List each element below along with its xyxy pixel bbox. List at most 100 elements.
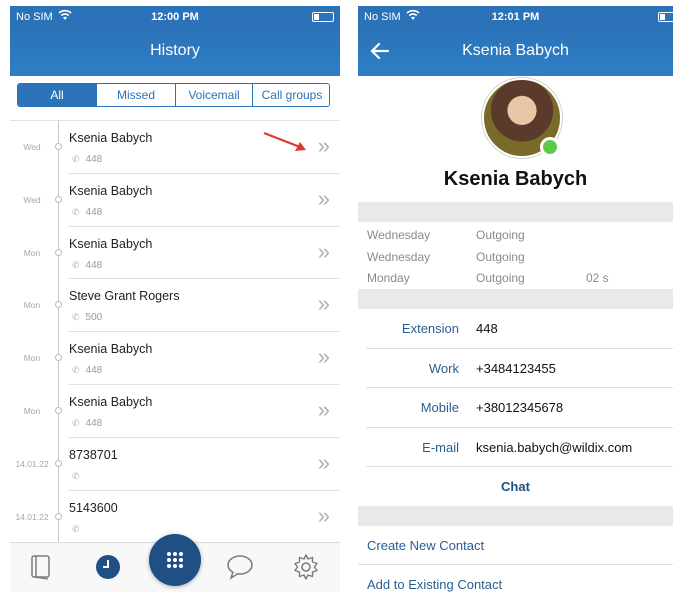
- recent-calls-list: Wednesday Outgoing Wednesday Outgoing Monday…: [358, 224, 673, 289]
- presence-status-icon: [540, 137, 560, 157]
- battery-icon: [658, 12, 673, 22]
- caller-extension: ✆: [72, 471, 86, 482]
- phone-icon: ✆: [72, 154, 80, 164]
- contact-name: Ksenia Babych: [443, 168, 588, 190]
- double-chevron-right-icon[interactable]: »: [318, 239, 330, 265]
- field-value[interactable]: +3484123455: [476, 361, 556, 376]
- divider: [358, 564, 673, 565]
- history-row[interactable]: Mon Ksenia Babych ✆ 448 »: [10, 385, 340, 438]
- call-date: Mon: [23, 300, 41, 311]
- keypad-icon[interactable]: [149, 534, 201, 586]
- tab-voicemail[interactable]: Voicemail: [176, 84, 253, 106]
- chat-button[interactable]: Chat: [358, 479, 673, 494]
- caller-extension: ✆ 448: [72, 154, 102, 165]
- phone-icon: ✆: [72, 470, 80, 481]
- status-bar: No SIM 12:00 PM: [10, 6, 340, 28]
- section-divider: [358, 202, 673, 222]
- call-date: Mon: [23, 247, 41, 258]
- caller-name: Ksenia Babych: [69, 131, 153, 145]
- phone-icon: ✆: [72, 523, 80, 534]
- field-value[interactable]: 448: [476, 321, 498, 336]
- battery-icon: [312, 12, 334, 22]
- call-duration: 02 s: [586, 271, 609, 285]
- timeline-dot: [55, 195, 62, 203]
- field-value[interactable]: ksenia.babych@wildix.com: [476, 440, 632, 455]
- double-chevron-right-icon[interactable]: »: [318, 344, 330, 370]
- extension-number: 448: [85, 206, 103, 218]
- timeline-dot: [55, 143, 62, 150]
- caller-name: Ksenia Babych: [69, 342, 153, 357]
- contact-field-row[interactable]: Mobile +38012345678: [366, 388, 673, 428]
- call-date: 14.01.22: [15, 458, 49, 469]
- phone-icon: ✆: [72, 312, 80, 323]
- history-row[interactable]: Mon Ksenia Babych ✆ 448 »: [10, 227, 340, 280]
- tab-call-groups[interactable]: Call groups: [253, 84, 329, 106]
- double-chevron-right-icon[interactable]: »: [318, 503, 330, 529]
- field-label: Mobile: [420, 400, 459, 415]
- create-new-contact-button[interactable]: Create New Contact: [367, 538, 484, 553]
- call-date: Mon: [23, 406, 41, 416]
- contact-detail-screen: No SIM 12:01 PM Ksenia Babych Ksenia Bab…: [358, 6, 673, 592]
- phone-icon: ✆: [72, 206, 80, 217]
- call-day: Wednesday: [367, 249, 431, 264]
- field-label: Work: [428, 360, 459, 376]
- caller-name: 8738701: [69, 447, 118, 462]
- double-chevron-right-icon[interactable]: »: [318, 397, 330, 423]
- extension-number: 500: [85, 312, 103, 324]
- double-chevron-right-icon[interactable]: »: [318, 291, 330, 317]
- tab-missed[interactable]: Missed: [97, 84, 176, 106]
- field-value[interactable]: +38012345678: [476, 400, 563, 415]
- phone-icon: ✆: [72, 418, 80, 428]
- call-day: Monday: [367, 271, 410, 285]
- caller-name: Ksenia Babych: [69, 183, 153, 198]
- page-title: Ksenia Babych: [462, 42, 569, 59]
- double-chevron-right-icon[interactable]: »: [318, 450, 330, 476]
- call-date: Mon: [23, 353, 41, 364]
- call-direction: Outgoing: [476, 271, 525, 285]
- phone-icon: ✆: [72, 365, 80, 376]
- field-label: E-mail: [422, 439, 459, 455]
- history-row[interactable]: 14.01.22 8738701 ✆ »: [10, 438, 340, 491]
- clock-time: 12:00 PM: [151, 11, 199, 23]
- extension-number: 448: [85, 154, 103, 165]
- tab-all[interactable]: All: [18, 84, 97, 106]
- contact-field-row[interactable]: E-mail ksenia.babych@wildix.com: [366, 428, 673, 467]
- call-day: Wednesday: [367, 228, 431, 242]
- timeline-dot: [55, 459, 62, 467]
- caller-name: Ksenia Babych: [69, 395, 153, 409]
- double-chevron-right-icon[interactable]: »: [318, 133, 330, 159]
- contact-field-row[interactable]: Extension 448: [366, 309, 673, 349]
- double-chevron-right-icon[interactable]: »: [318, 186, 330, 212]
- history-list: Wed Ksenia Babych ✆ 448 » Wed Ksenia Babych ✆ 44…: [10, 120, 340, 550]
- clock-icon[interactable]: [95, 553, 121, 581]
- recent-call-row: Wednesday Outgoing: [358, 224, 673, 246]
- caller-extension: ✆ 500: [72, 312, 102, 323]
- history-row[interactable]: Mon Ksenia Babych ✆ 448 »: [10, 332, 340, 385]
- timeline-dot: [55, 248, 62, 256]
- recent-call-row: Wednesday Outgoing: [358, 246, 673, 268]
- nav-bar: History: [10, 28, 340, 76]
- caller-name: Steve Grant Rogers: [69, 289, 180, 304]
- caller-extension: ✆ 448: [72, 418, 102, 429]
- extension-number: 448: [85, 365, 103, 377]
- timeline-dot: [55, 407, 62, 414]
- contact-field-row[interactable]: Work +3484123455: [366, 349, 673, 388]
- extension-number: 448: [85, 259, 103, 271]
- call-direction: Outgoing: [476, 249, 525, 264]
- book-icon[interactable]: [28, 553, 54, 581]
- call-direction: Outgoing: [476, 228, 525, 242]
- history-row[interactable]: Wed Ksenia Babych ✆ 448 »: [10, 174, 340, 227]
- history-row[interactable]: Mon Steve Grant Rogers ✆ 500 »: [10, 279, 340, 333]
- chat-bubble-icon[interactable]: [226, 553, 253, 581]
- history-filter-tabs: All Missed Voicemail Call groups: [17, 83, 330, 107]
- status-bar: No SIM 12:01 PM: [358, 6, 673, 28]
- add-to-existing-contact-button[interactable]: Add to Existing Contact: [367, 577, 502, 592]
- caller-extension: ✆ 448: [72, 260, 102, 271]
- section-divider: [358, 289, 673, 309]
- section-divider: [358, 506, 673, 526]
- history-screen: No SIM 12:00 PM History All Missed Voice…: [10, 6, 340, 592]
- call-date: Wed: [23, 142, 41, 152]
- gear-icon[interactable]: [292, 553, 318, 581]
- phone-icon: ✆: [72, 259, 80, 270]
- caller-extension: ✆: [72, 524, 86, 535]
